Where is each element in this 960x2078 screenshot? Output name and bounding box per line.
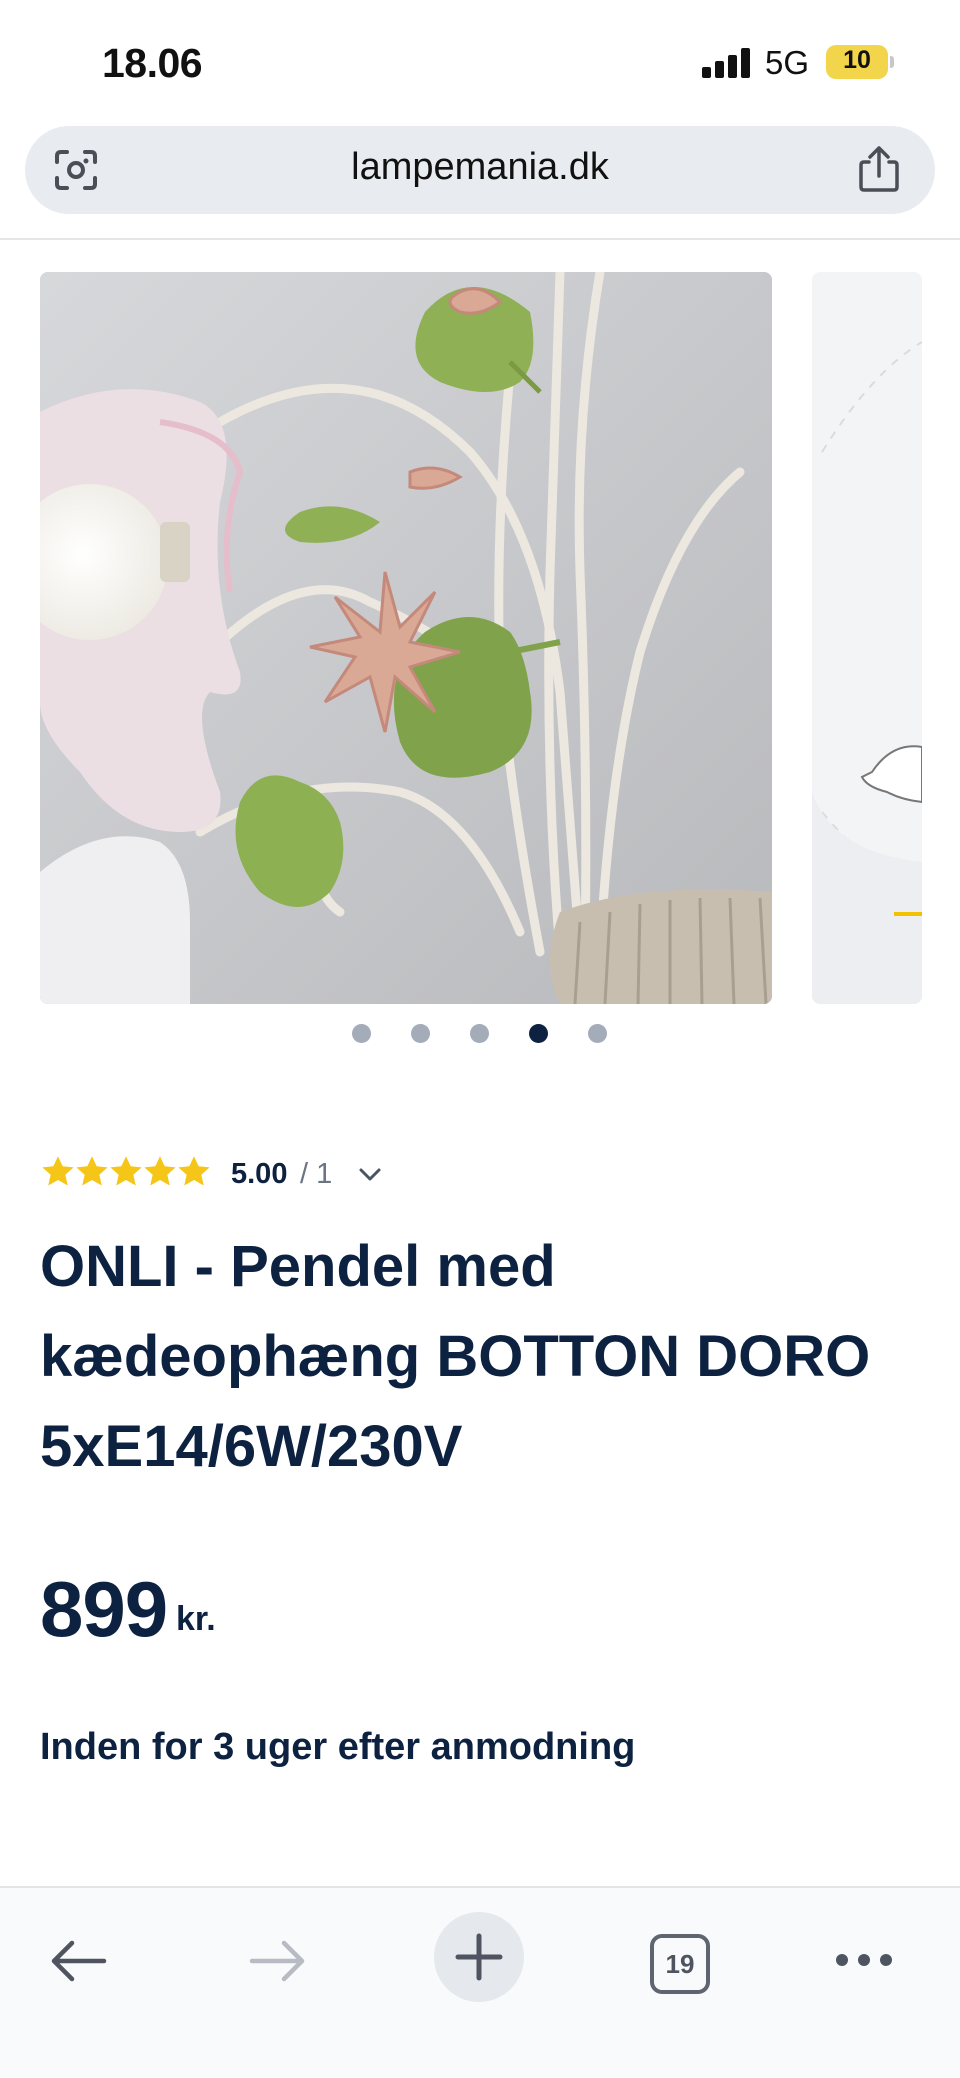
share-icon[interactable] bbox=[855, 144, 903, 194]
product-price: 899 bbox=[40, 1565, 168, 1653]
pagination-dot[interactable] bbox=[588, 1024, 607, 1043]
next-product-image[interactable] bbox=[812, 272, 922, 1004]
rating-count: / 1 bbox=[300, 1158, 333, 1190]
forward-arrow-icon[interactable] bbox=[248, 1936, 308, 1986]
tabs-button[interactable]: 19 bbox=[650, 1934, 710, 1994]
plus-icon bbox=[455, 1933, 503, 1981]
chandelier-photo bbox=[40, 272, 772, 1004]
status-time: 18.06 bbox=[102, 40, 203, 86]
product-title: ONLI - Pendel med kædeophæng BOTTON DORO… bbox=[40, 1234, 871, 1479]
pagination-dot[interactable] bbox=[470, 1024, 489, 1043]
pagination-dot-active[interactable] bbox=[529, 1024, 548, 1043]
product-image[interactable] bbox=[40, 272, 772, 1004]
star-icon bbox=[178, 1156, 210, 1186]
product-sketch bbox=[812, 341, 922, 1004]
tabs-count: 19 bbox=[665, 1949, 695, 1979]
address-bar[interactable]: lampemania.dk bbox=[25, 126, 935, 214]
browser-toolbar: 19 bbox=[0, 1886, 960, 2078]
gallery-pagination bbox=[0, 1024, 960, 1044]
battery-level: 10 bbox=[843, 46, 871, 74]
more-dots-icon[interactable] bbox=[834, 1950, 894, 1970]
status-bar: 18.06 5G 10 bbox=[0, 0, 960, 120]
pagination-dot[interactable] bbox=[352, 1024, 371, 1043]
star-icon bbox=[76, 1156, 108, 1186]
pagination-dot[interactable] bbox=[411, 1024, 430, 1043]
star-icon bbox=[144, 1156, 176, 1186]
battery-tip bbox=[890, 56, 894, 68]
back-arrow-icon[interactable] bbox=[48, 1936, 108, 1986]
signal-icon bbox=[702, 48, 752, 78]
divider bbox=[0, 238, 960, 240]
network-type: 5G bbox=[765, 44, 810, 81]
delivery-time: Inden for 3 uger efter anmodning bbox=[40, 1726, 636, 1768]
new-tab-button[interactable] bbox=[434, 1912, 524, 2002]
star-icon bbox=[42, 1156, 74, 1186]
battery-icon: 10 bbox=[826, 45, 888, 79]
rating-score: 5.00 bbox=[231, 1158, 288, 1190]
chevron-down-icon[interactable] bbox=[357, 1165, 383, 1185]
price-currency: kr. bbox=[176, 1600, 216, 1638]
url-text[interactable]: lampemania.dk bbox=[25, 146, 935, 189]
star-icon bbox=[110, 1156, 142, 1186]
